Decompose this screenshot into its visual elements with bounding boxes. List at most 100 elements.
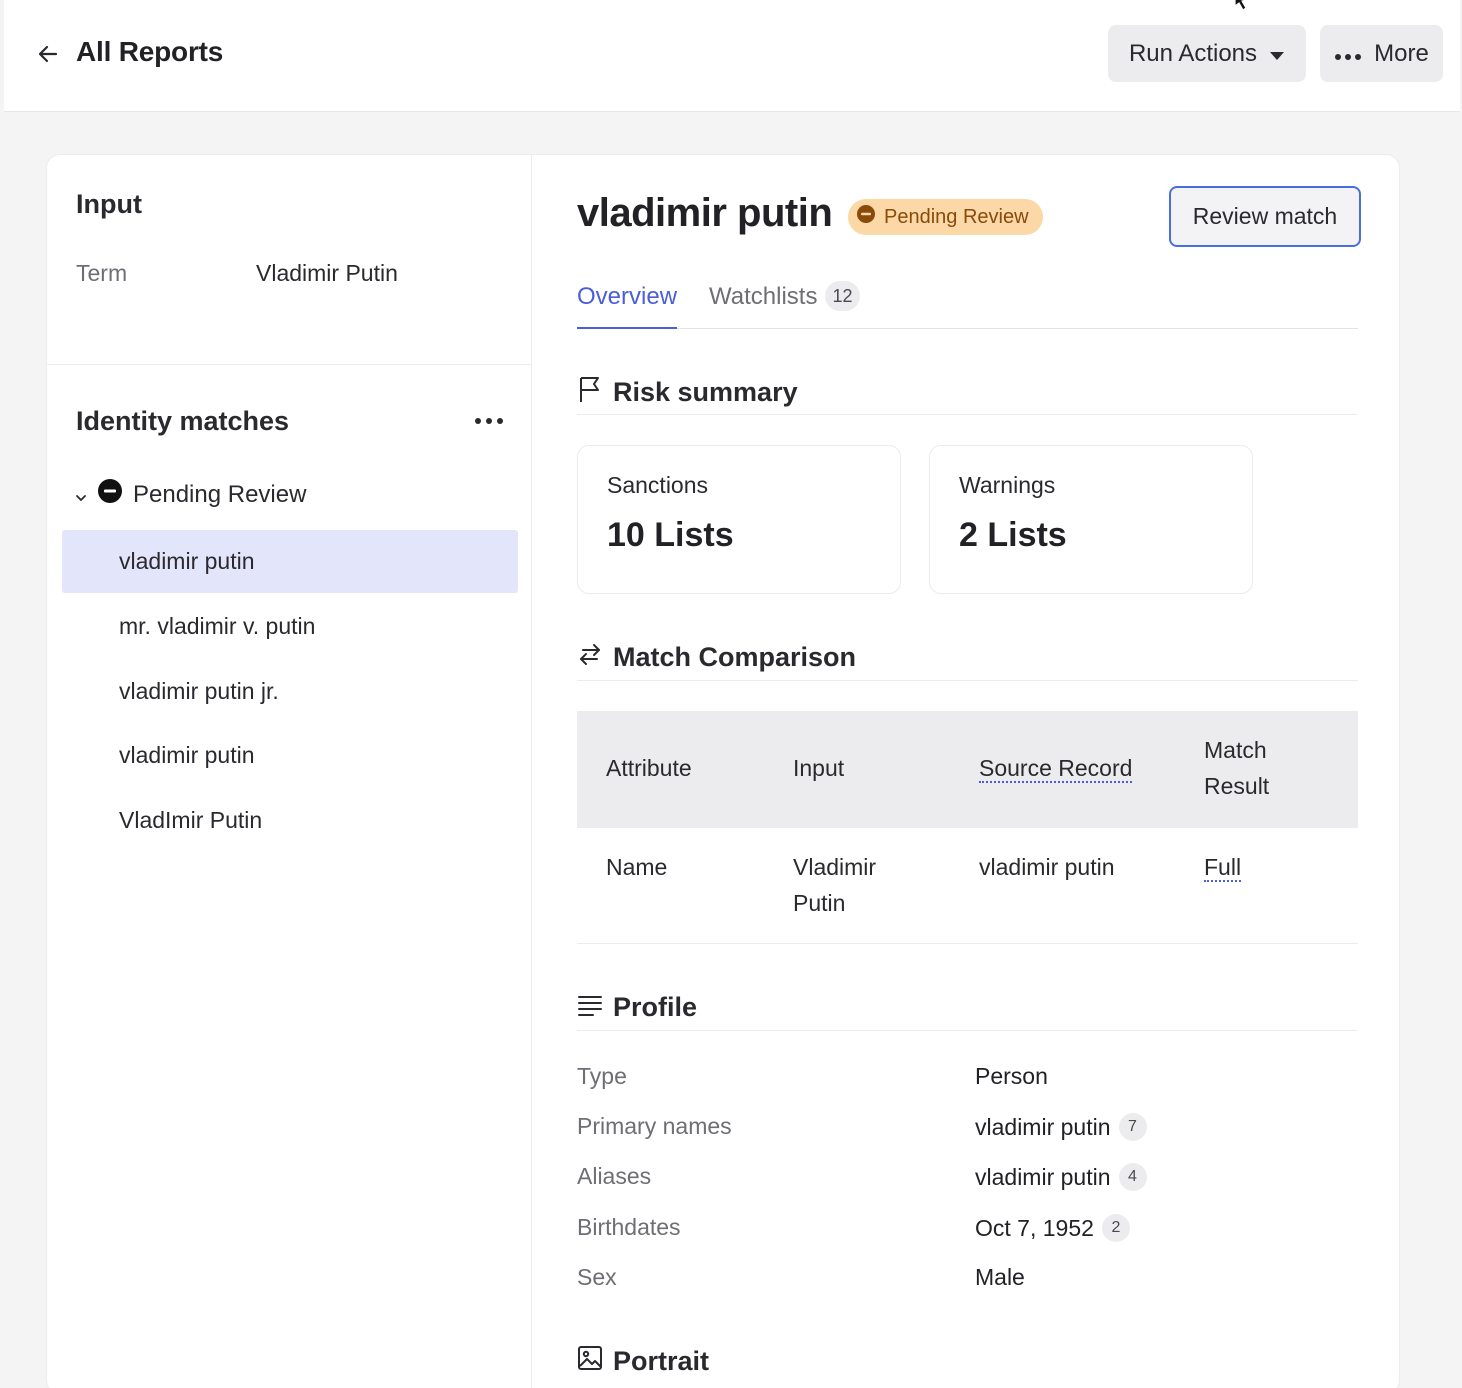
- profile-value[interactable]: vladimir putin 4: [975, 1163, 1147, 1191]
- profile-title: Profile: [613, 992, 698, 1022]
- profile-row-sex: Sex Male: [577, 1264, 1358, 1304]
- profile-value-text: vladimir putin: [975, 1113, 1111, 1140]
- match-item-label: VladImir Putin: [119, 807, 263, 833]
- match-comparison-table: Attribute Input Source Record Match Resu…: [577, 711, 1358, 944]
- profile-value-text: Oct 7, 1952: [975, 1214, 1094, 1241]
- sanctions-label: Sanctions: [607, 472, 709, 498]
- section-divider: [577, 680, 1358, 681]
- profile-label: Primary names: [577, 1113, 732, 1139]
- warnings-label: Warnings: [959, 472, 1056, 498]
- column-header-attribute: Attribute: [606, 755, 692, 781]
- pending-status-icon: [97, 478, 123, 511]
- profile-value: Person: [975, 1063, 1048, 1090]
- run-actions-label: Run Actions: [1128, 39, 1258, 67]
- flag-icon: [577, 375, 603, 410]
- tab-overview[interactable]: Overview: [577, 283, 678, 329]
- cell-source-record: vladimir putin: [979, 854, 1115, 880]
- detail-panel: vladimir putin Pending Review Review mat…: [577, 155, 1401, 1388]
- swap-arrows-icon: [577, 641, 603, 674]
- cell-match-result[interactable]: Full: [1204, 849, 1242, 885]
- tab-overview-label: Overview: [577, 283, 678, 310]
- cell-input: Vladimir Putin: [793, 854, 877, 916]
- entity-name: vladimir putin: [577, 191, 833, 235]
- identity-match-item[interactable]: vladimir putin: [62, 530, 518, 593]
- text-lines-icon: [577, 992, 603, 1023]
- section-divider: [577, 414, 1358, 415]
- mouse-cursor-icon: [1232, 0, 1254, 21]
- count-badge: 7: [1118, 1113, 1147, 1141]
- back-arrow-icon[interactable]: [30, 36, 66, 72]
- ellipsis-icon: [1334, 40, 1362, 68]
- identity-match-item[interactable]: vladimir putin: [62, 724, 518, 787]
- profile-value[interactable]: Oct 7, 1952 2: [975, 1214, 1130, 1242]
- source-record-header-label: Source Record: [979, 755, 1133, 783]
- tab-watchlists[interactable]: Watchlists 12: [709, 281, 860, 329]
- profile-row-birthdates: Birthdates Oct 7, 1952 2: [577, 1214, 1358, 1254]
- count-badge: 2: [1101, 1214, 1130, 1242]
- column-header-source-record[interactable]: Source Record: [979, 750, 1133, 786]
- profile-label: Type: [577, 1063, 627, 1089]
- match-item-label: vladimir putin: [119, 742, 255, 768]
- pending-review-group[interactable]: Pending Review: [75, 478, 306, 511]
- cell-attribute: Name: [606, 854, 668, 880]
- sanctions-card[interactable]: Sanctions 10 Lists: [577, 445, 901, 594]
- detail-tabs: Overview Watchlists 12: [577, 281, 1358, 329]
- profile-row-aliases: Aliases vladimir putin 4: [577, 1163, 1358, 1203]
- image-icon: [577, 1345, 603, 1378]
- profile-value-text: Person: [975, 1063, 1048, 1089]
- match-result-value: Full: [1204, 854, 1242, 882]
- more-label: More: [1374, 39, 1429, 67]
- column-header-input: Input: [793, 755, 845, 781]
- count-badge: 4: [1118, 1163, 1147, 1191]
- term-label: Term: [76, 260, 128, 286]
- watchlists-count-badge: 12: [825, 281, 860, 311]
- run-actions-button[interactable]: Run Actions: [1108, 25, 1306, 82]
- identity-match-item[interactable]: VladImir Putin: [62, 789, 518, 852]
- group-label: Pending Review: [133, 480, 307, 508]
- warnings-value: 2 Lists: [959, 516, 1067, 554]
- match-comparison-title: Match Comparison: [613, 642, 857, 672]
- page-title[interactable]: All Reports: [76, 36, 223, 68]
- match-item-label: vladimir putin jr.: [119, 678, 279, 704]
- match-item-label: vladimir putin: [119, 548, 255, 574]
- identity-matches-heading: Identity matches: [76, 406, 290, 436]
- table-row: Name Vladimir Putin vladimir putin Full: [577, 828, 1358, 944]
- profile-heading: Profile: [577, 992, 697, 1023]
- pending-status-icon: [856, 204, 876, 230]
- match-comparison-heading: Match Comparison: [577, 641, 856, 674]
- table-header-row: Attribute Input Source Record Match Resu…: [577, 711, 1358, 828]
- review-match-button[interactable]: Review match: [1169, 186, 1361, 247]
- report-card: Input Term Vladimir Putin Identity match…: [46, 154, 1400, 1388]
- column-header-match-result: Match Result: [1204, 737, 1270, 799]
- identity-match-item[interactable]: mr. vladimir v. putin: [62, 595, 518, 658]
- caret-down-icon: [1269, 40, 1285, 68]
- section-divider: [577, 1030, 1358, 1031]
- risk-summary-title: Risk summary: [613, 377, 798, 407]
- warnings-card[interactable]: Warnings 2 Lists: [929, 445, 1253, 594]
- profile-row-primary-names: Primary names vladimir putin 7: [577, 1113, 1358, 1153]
- match-item-label: mr. vladimir v. putin: [119, 613, 316, 639]
- more-button[interactable]: More: [1320, 25, 1443, 82]
- status-badge: Pending Review: [848, 199, 1043, 235]
- tab-watchlists-label: Watchlists: [709, 283, 818, 310]
- status-badge-label: Pending Review: [884, 205, 1029, 228]
- term-value: Vladimir Putin: [256, 260, 398, 286]
- portrait-heading: Portrait: [577, 1345, 709, 1378]
- identity-matches-menu-icon[interactable]: [471, 409, 507, 433]
- chevron-down-icon: [75, 481, 87, 509]
- left-panel: Input Term Vladimir Putin Identity match…: [47, 155, 532, 1388]
- profile-row-type: Type Person: [577, 1063, 1358, 1103]
- profile-label: Birthdates: [577, 1214, 681, 1240]
- profile-label: Sex: [577, 1264, 617, 1290]
- divider: [47, 364, 532, 365]
- profile-value: Male: [975, 1264, 1025, 1291]
- identity-match-item[interactable]: vladimir putin jr.: [62, 660, 518, 723]
- portrait-title: Portrait: [613, 1346, 710, 1376]
- input-heading: Input: [76, 189, 142, 219]
- sanctions-value: 10 Lists: [607, 516, 734, 554]
- profile-value[interactable]: vladimir putin 7: [975, 1113, 1147, 1141]
- profile-value-text: vladimir putin: [975, 1163, 1111, 1190]
- risk-summary-heading: Risk summary: [577, 375, 798, 410]
- profile-value-text: Male: [975, 1264, 1025, 1290]
- profile-label: Aliases: [577, 1163, 652, 1189]
